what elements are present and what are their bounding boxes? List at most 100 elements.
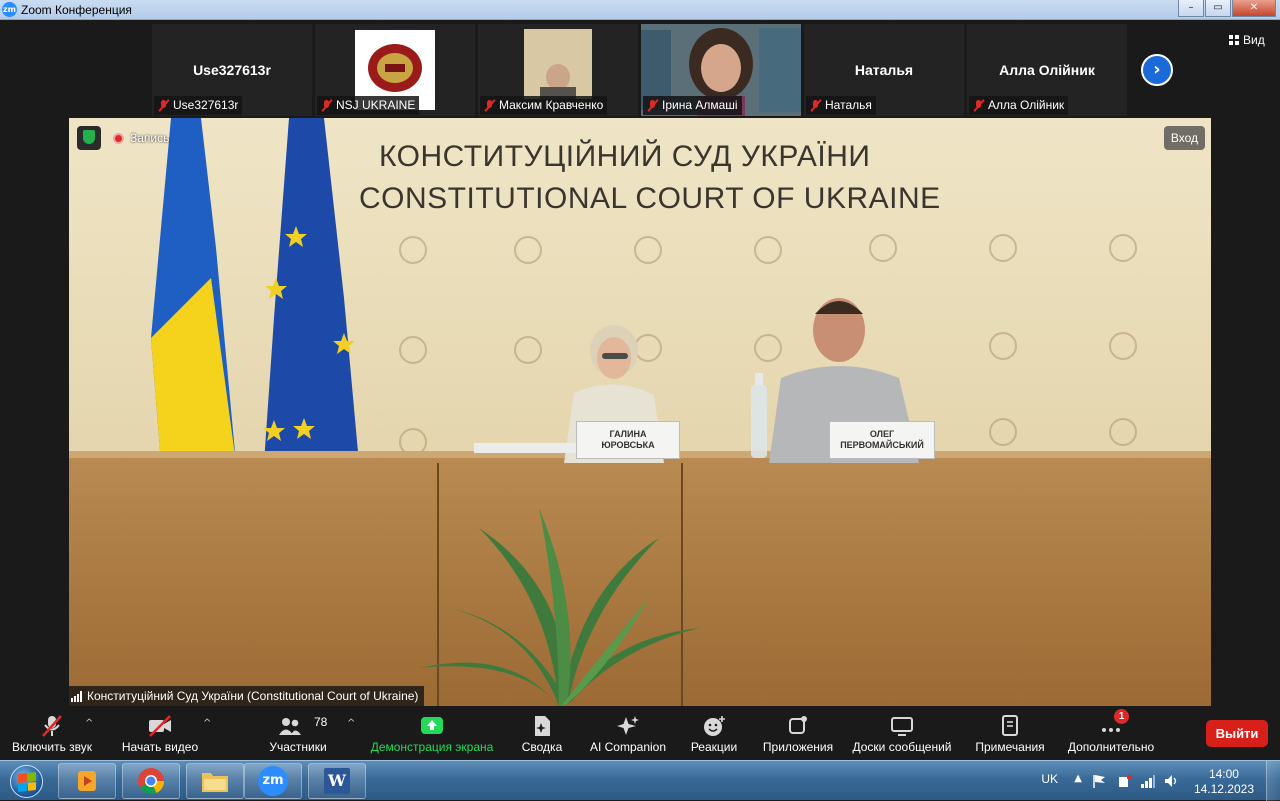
participant-tile[interactable]: Наталья Наталья [804, 24, 964, 116]
participant-label: Алла Олійник [969, 96, 1069, 115]
taskbar-file-explorer[interactable] [186, 763, 244, 799]
participant-label-text: NSJ UKRAINE [336, 98, 416, 112]
ukraine-flag-icon [151, 118, 236, 463]
share-screen-label: Демонстрация экрана [370, 740, 494, 754]
language-indicator[interactable]: UK [1041, 772, 1058, 786]
participant-tile[interactable]: Use327613r Use327613r [152, 24, 312, 116]
participant-tile[interactable]: NSJ UKRAINE [315, 24, 475, 116]
video-options-chevron-icon[interactable]: ^ [203, 718, 211, 729]
nameplate-2: ОЛЕГ ПЕРВОМАЙСЬКИЙ [829, 421, 935, 459]
start-video-label: Начать видео [121, 740, 199, 754]
notes-label: Примечания [975, 740, 1045, 754]
power-icon[interactable] [1116, 774, 1132, 788]
unmute-label: Включить звук [11, 740, 93, 754]
clock-time: 14:00 [1208, 767, 1239, 781]
leave-button[interactable]: Выйти [1206, 720, 1268, 747]
whiteboards-button[interactable]: Доски сообщений [848, 706, 956, 760]
summary-button[interactable]: Сводка [512, 706, 572, 760]
reactions-button[interactable]: Реакции [684, 706, 744, 760]
nameplate-1: ГАЛИНА ЮРОВСЬКА [576, 421, 680, 459]
maximize-button[interactable]: ▭ [1205, 0, 1231, 17]
court-heading-english: CONSTITUTIONAL COURT OF UKRAINE [359, 182, 941, 215]
participant-label-text: Use327613r [173, 98, 239, 112]
potted-plant-icon [419, 508, 699, 706]
participants-icon [279, 718, 301, 735]
clock[interactable]: 14:00 14.12.2023 [1194, 767, 1254, 797]
unmute-button[interactable]: Включить звук [5, 706, 99, 760]
window-controls: – ▭ ✕ [1177, 0, 1276, 18]
share-screen-button[interactable]: Демонстрация экрана [366, 706, 498, 760]
apps-label: Приложения [762, 740, 834, 754]
eu-flag-icon [263, 118, 359, 463]
notes-icon [1002, 715, 1018, 736]
participant-label: Наталья [806, 96, 876, 115]
audio-options-chevron-icon[interactable]: ^ [85, 718, 93, 729]
taskbar-zoom[interactable]: zm [244, 763, 302, 799]
encryption-shield-icon[interactable] [77, 126, 101, 150]
participant-tile[interactable]: Ірина Алмаші [641, 24, 801, 116]
action-center-flag-icon[interactable] [1092, 774, 1106, 788]
mic-muted-icon [42, 715, 62, 737]
more-button[interactable]: Дополнительно [1062, 706, 1160, 760]
window-title: Zoom Конференция [21, 3, 132, 17]
speaker-name-text: Конституційний Суд України (Constitution… [87, 689, 419, 703]
speaker-name-label: Конституційний Суд України (Constitution… [69, 686, 425, 706]
active-speaker-video[interactable]: КОНСТИТУЦІЙНИЙ СУД УКРАЇНИ CONSTITUTIONA… [69, 118, 1211, 706]
volume-icon[interactable] [1164, 774, 1180, 788]
mic-muted-icon [321, 99, 333, 112]
participant-video-icon [524, 29, 592, 99]
ai-companion-button[interactable]: AI Companion [584, 706, 672, 760]
enter-button[interactable]: Вход [1163, 126, 1205, 150]
participant-label: Максим Кравченко [480, 96, 608, 115]
minimize-button[interactable]: – [1178, 0, 1204, 17]
windows-logo-icon [18, 772, 36, 792]
next-page-button[interactable]: › [1141, 54, 1173, 86]
participants-options-chevron-icon[interactable]: ^ [347, 718, 355, 729]
show-hidden-icons-icon[interactable]: ▲ [1074, 773, 1082, 784]
start-button[interactable] [2, 762, 50, 800]
notes-button[interactable]: Примечания [970, 706, 1050, 760]
video-off-icon [149, 715, 171, 737]
recording-indicator[interactable]: Запись [113, 131, 169, 145]
participant-tile[interactable]: Максим Кравченко [478, 24, 638, 116]
participant-tile[interactable]: Алла Олійник Алла Олійник [967, 24, 1127, 116]
summary-label: Сводка [521, 740, 563, 754]
reactions-icon [704, 716, 725, 736]
taskbar-word[interactable]: W [308, 763, 366, 799]
participant-name: Наталья [854, 62, 914, 78]
view-button[interactable]: Вид [1229, 33, 1265, 47]
apps-button[interactable]: Приложения [758, 706, 838, 760]
windows-taskbar: zm W UK ▲ 14:00 14.12.2023 [0, 760, 1280, 801]
mic-muted-icon [158, 99, 170, 112]
mic-muted-icon [647, 99, 659, 112]
participants-button[interactable]: 78 Участники [258, 706, 338, 760]
participant-label: Use327613r [154, 96, 243, 115]
participant-strip: Use327613r Use327613r NSJ UKRAINE Максим… [0, 20, 1280, 116]
show-desktop-button[interactable] [1266, 761, 1280, 801]
file-explorer-icon [202, 773, 228, 792]
participant-label-text: Наталья [825, 98, 872, 112]
participant-name: Use327613r [193, 62, 271, 78]
reactions-label: Реакции [690, 740, 738, 754]
signal-strength-icon [71, 690, 82, 702]
taskbar-media-player[interactable] [58, 763, 116, 799]
word-icon: W [324, 768, 350, 794]
network-icon[interactable] [1140, 774, 1156, 788]
participant-name: Алла Олійник [999, 62, 1095, 78]
mic-muted-icon [810, 99, 822, 112]
zoom-logo-icon: zm [2, 2, 17, 17]
participant-label: Ірина Алмаші [643, 96, 742, 115]
ai-companion-icon [617, 716, 639, 735]
clock-date: 14.12.2023 [1193, 782, 1254, 796]
chrome-icon [138, 768, 165, 795]
grid-view-icon [1229, 35, 1239, 45]
media-player-icon [78, 771, 96, 791]
view-label: Вид [1243, 33, 1265, 47]
participants-label: Участники [269, 740, 327, 754]
taskbar-chrome[interactable] [122, 763, 180, 799]
meeting-toolbar: Включить звук ^ Начать видео ^ 78 Участн… [0, 706, 1280, 760]
participant-label: NSJ UKRAINE [317, 96, 420, 115]
close-button[interactable]: ✕ [1232, 0, 1276, 17]
start-video-button[interactable]: Начать видео [115, 706, 205, 760]
participant-count: 78 [314, 715, 328, 729]
